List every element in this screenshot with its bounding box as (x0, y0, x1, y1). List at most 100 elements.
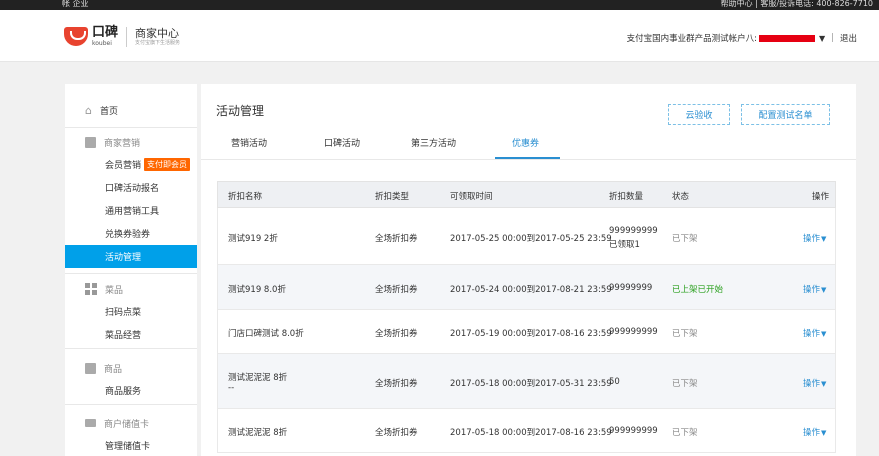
actions-dropdown[interactable]: 操作▼ (803, 426, 826, 438)
tab-coupon[interactable]: 优惠券 (512, 136, 539, 149)
sidebar-marketing-label: 商家营销 (104, 138, 141, 149)
table-row: 测试泥泥泥 8折 全场折扣券 2017-05-18 00:00到2017-08-16… (217, 409, 836, 453)
logo-en: koubei (92, 40, 112, 47)
sidebar-item-member-marketing[interactable]: 会员营销 支付即会员 (65, 153, 197, 176)
inspect-button[interactable]: 云验收 (668, 104, 730, 125)
table-row: 测试919 2折 全场折扣券 2017-05-25 00:00到2017-05-25… (217, 208, 836, 265)
actions-label: 操作 (803, 329, 821, 339)
top-bar-help[interactable]: 帮助中心 | 客服/投诉电话: 400-826-7710 (721, 0, 873, 9)
sidebar-item-dish-operation[interactable]: 菜品经营 (65, 323, 197, 346)
sidebar-item-label: 口碑活动报名 (105, 184, 160, 194)
cell-type: 全场折扣券 (375, 285, 418, 295)
header-divider: | (831, 33, 834, 43)
chevron-down-icon: ▼ (821, 235, 827, 243)
cell-name: 门店口碑测试 8.0折 (228, 329, 304, 339)
cell-time: 2017-05-24 00:00到2017-08-21 23:59 (450, 285, 612, 295)
merchant-center-desc: 支付宝旗下生活服务 (135, 39, 181, 46)
cell-status: 已下架 (672, 379, 698, 389)
sidebar-item-label: 商品服务 (105, 387, 142, 397)
cell-name: 测试泥泥泥 8折 (228, 373, 288, 383)
coupon-table: 折扣名称 折扣类型 可领取时间 折扣数量 状态 操作 测试919 2折 全场折扣券… (217, 181, 836, 453)
header-status: 状态 (672, 192, 690, 202)
cell-quantity: 999999999 (609, 226, 658, 236)
chevron-down-icon: ▼ (821, 286, 827, 294)
cell-status: 已下架 (672, 329, 698, 339)
logout-link[interactable]: 退出 (840, 32, 857, 44)
cell-name: 测试919 8.0折 (228, 285, 286, 295)
sidebar-item-label: 兑换券验券 (105, 230, 151, 240)
header-quantity: 折扣数量 (609, 192, 644, 202)
cell-name: 测试泥泥泥 8折 (228, 428, 288, 438)
sidebar-item-manage-card[interactable]: 管理储值卡 (65, 434, 197, 456)
config-test-list-button[interactable]: 配置测试名单 (741, 104, 830, 125)
table-row: 测试泥泥泥 8折 全场折扣券 2017-05-18 00:00到2017-05-31… (217, 354, 836, 409)
sidebar-item-label: 通用营销工具 (105, 207, 160, 217)
header: 口碑 koubei 商家中心 支付宝旗下生活服务 支付宝国内事业群产品测试帐户八… (0, 10, 879, 62)
main-panel: 活动管理 云验收 配置测试名单 营销活动 口碑活动 第三方活动 优惠券 折扣名称… (201, 84, 856, 456)
active-tab-indicator (495, 157, 560, 159)
cell-time: 2017-05-18 00:00到2017-08-16 23:59 (450, 428, 612, 438)
chevron-down-icon: ▼ (821, 429, 827, 437)
sidebar-item-label: 菜品经营 (105, 331, 142, 341)
sidebar-item-scan-order[interactable]: 扫码点菜 (65, 300, 197, 323)
table-header: 折扣名称 折扣类型 可领取时间 折扣数量 状态 操作 (217, 181, 836, 208)
sidebar-card-label: 商户储值卡 (104, 419, 150, 430)
sidebar-divider (65, 127, 197, 128)
sidebar-item-label: 扫码点菜 (105, 308, 142, 318)
sidebar-dishes-label: 菜品 (105, 285, 124, 296)
tab-third-party[interactable]: 第三方活动 (411, 136, 456, 149)
tab-bar: 营销活动 口碑活动 第三方活动 优惠券 (201, 132, 856, 160)
cell-type: 全场折扣券 (375, 234, 418, 244)
actions-label: 操作 (803, 428, 821, 438)
actions-dropdown[interactable]: 操作▼ (803, 327, 826, 339)
tab-marketing[interactable]: 营销活动 (231, 136, 267, 149)
top-bar-left[interactable]: 帐 企业 (62, 0, 89, 9)
cell-type: 全场折扣券 (375, 428, 418, 438)
pay-member-badge: 支付即会员 (144, 158, 191, 171)
page-title: 活动管理 (216, 104, 265, 118)
home-icon: ⌂ (85, 103, 92, 117)
top-bar: 帐 企业 帮助中心 | 客服/投诉电话: 400-826-7710 (0, 0, 879, 10)
sidebar-section-marketing[interactable]: 商家营销 (65, 131, 197, 153)
sidebar-section-stored-card[interactable]: 商户储值卡 (65, 412, 197, 434)
actions-dropdown[interactable]: 操作▼ (803, 283, 826, 295)
cell-status: 已下架 (672, 234, 698, 244)
koubei-logo[interactable]: 口碑 koubei 商家中心 支付宝旗下生活服务 (64, 26, 180, 47)
goods-icon (85, 362, 96, 374)
logo-cn: 口碑 (92, 25, 119, 40)
account-label: 支付宝国内事业群产品测试帐户八: (626, 34, 757, 44)
sidebar-item-koubei-signup[interactable]: 口碑活动报名 (65, 176, 197, 199)
sidebar-item-home[interactable]: ⌂ 首页 (65, 99, 197, 121)
sidebar-section-dishes[interactable]: 菜品 (65, 278, 197, 300)
cell-quantity: 999999999 (609, 426, 658, 436)
sidebar-divider (65, 348, 197, 349)
account-redacted (758, 34, 815, 42)
sidebar-item-goods-service[interactable]: 商品服务 (65, 379, 197, 402)
actions-dropdown[interactable]: 操作▼ (803, 232, 826, 244)
header-type: 折扣类型 (375, 192, 410, 202)
cell-status: 已下架 (672, 428, 698, 438)
sidebar-item-marketing-tools[interactable]: 通用营销工具 (65, 199, 197, 222)
cell-quantity: 99999999 (609, 283, 653, 293)
cell-type: 全场折扣券 (375, 329, 418, 339)
table-row: 门店口碑测试 8.0折 全场折扣券 2017-05-19 00:00到2017-08… (217, 310, 836, 354)
cell-name-sub: -- (228, 383, 235, 393)
cell-claimed: 已领取1 (609, 240, 640, 250)
koubei-logo-icon (64, 27, 88, 46)
sidebar-item-label: 活动管理 (105, 253, 142, 263)
chevron-down-icon: ▼ (821, 330, 827, 338)
cell-quantity: 999999999 (609, 327, 658, 337)
cell-name: 测试919 2折 (228, 234, 278, 244)
tab-koubei[interactable]: 口碑活动 (324, 136, 360, 149)
sidebar-item-activity-management[interactable]: 活动管理 (65, 245, 197, 268)
actions-dropdown[interactable]: 操作▼ (803, 377, 826, 389)
account-menu[interactable]: 支付宝国内事业群产品测试帐户八: ▼ | 退出 (627, 32, 857, 44)
chevron-down-icon[interactable]: ▼ (819, 34, 825, 43)
sidebar-section-goods[interactable]: 商品 (65, 357, 197, 379)
sidebar: ⌂ 首页 商家营销 会员营销 支付即会员 口碑活动报名 通用营销工具 兑换券验券… (65, 84, 197, 456)
header-time: 可领取时间 (450, 192, 493, 202)
logo-divider (126, 26, 128, 47)
cell-type: 全场折扣券 (375, 379, 418, 389)
sidebar-item-voucher-verify[interactable]: 兑换券验券 (65, 222, 197, 245)
sidebar-divider (65, 273, 197, 274)
